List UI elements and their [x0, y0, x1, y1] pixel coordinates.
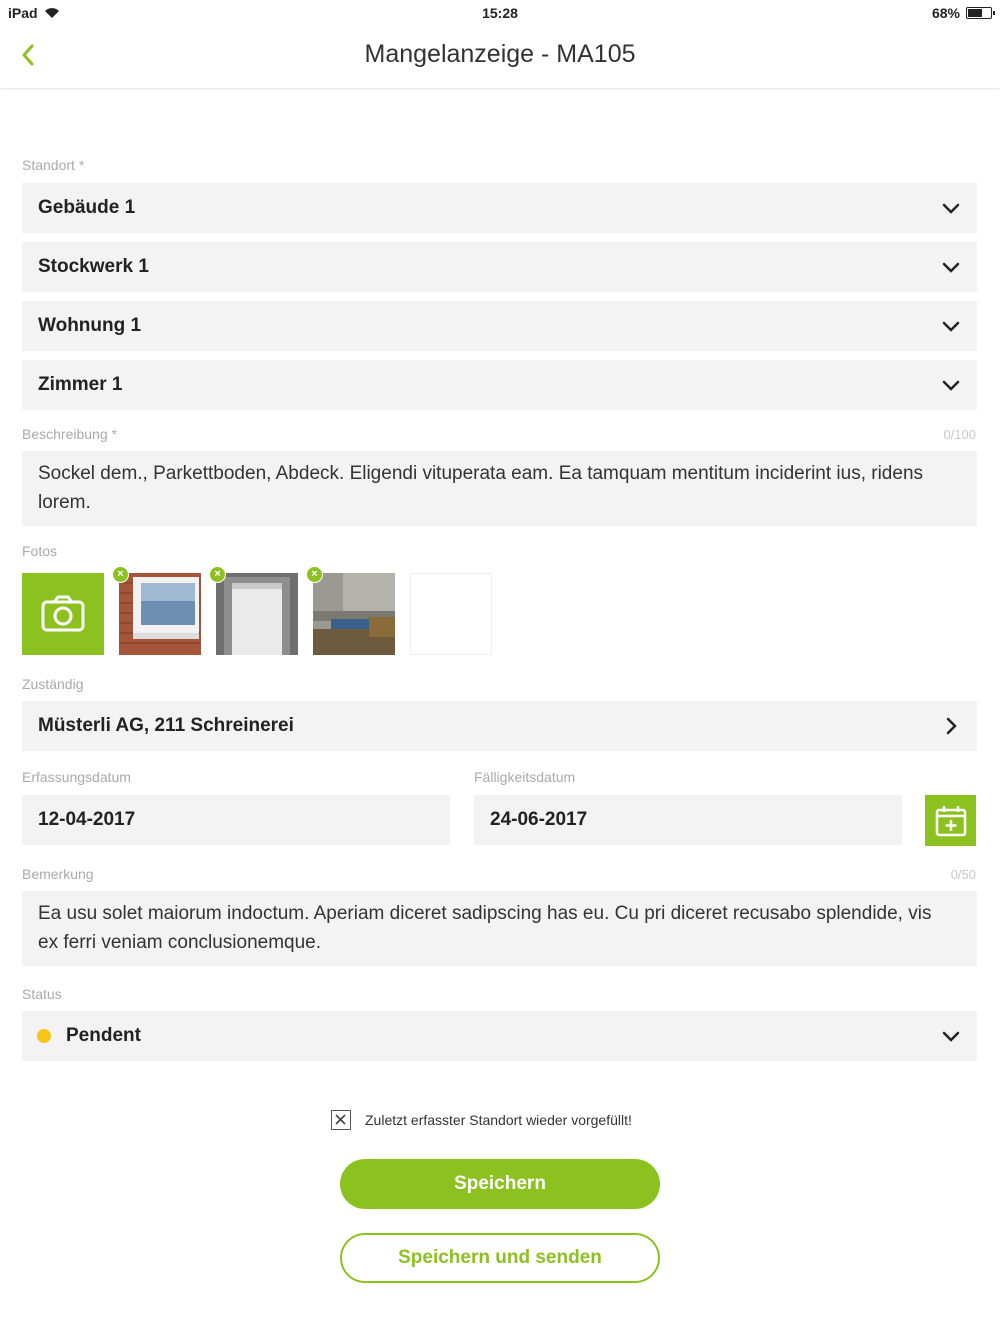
photo-window-image	[119, 573, 201, 655]
add-photo-button[interactable]	[22, 573, 104, 655]
photo-thumbnail[interactable]	[216, 573, 298, 655]
close-icon: ×	[214, 568, 221, 580]
calendar-button[interactable]	[925, 795, 976, 846]
chevron-right-icon	[946, 717, 957, 735]
close-icon: ×	[311, 568, 318, 580]
bemerkung-label: Bemerkung	[22, 866, 94, 882]
zustaendig-select[interactable]: Müsterli AG, 211 Schreinerei	[22, 701, 977, 751]
calendar-add-icon	[935, 805, 966, 836]
select-stockwerk-value: Stockwerk 1	[38, 256, 149, 277]
fotos-label: Fotos	[22, 543, 58, 559]
status-bar: iPad 15:28 68%	[0, 0, 1000, 26]
status-time: 15:28	[482, 5, 518, 21]
photo-construction-image	[313, 573, 395, 655]
close-icon: ×	[117, 568, 124, 580]
zustaendig-label: Zuständig	[22, 676, 84, 692]
select-zimmer[interactable]: Zimmer 1	[22, 360, 977, 410]
prefill-checkbox[interactable]	[331, 1110, 351, 1130]
status-dot	[37, 1029, 51, 1043]
erfassungsdatum-label: Erfassungsdatum	[22, 769, 131, 785]
select-gebaeude-value: Gebäude 1	[38, 197, 136, 218]
chevron-down-icon	[942, 203, 960, 214]
photo-placeholder[interactable]	[410, 573, 492, 655]
erfassungsdatum-value: 12-04-2017	[38, 809, 136, 830]
camera-icon	[41, 595, 85, 632]
select-wohnung[interactable]: Wohnung 1	[22, 301, 977, 351]
beschreibung-counter: 0/100	[943, 427, 976, 442]
checkbox-x-icon	[335, 1114, 346, 1125]
status-bar-right: 68%	[931, 5, 995, 21]
faelligkeitsdatum-label: Fälligkeitsdatum	[474, 769, 576, 785]
battery-percent: 68%	[931, 5, 960, 21]
status-select[interactable]: Pendent	[22, 1011, 977, 1061]
zustaendig-value: Müsterli AG, 211 Schreinerei	[38, 715, 294, 736]
beschreibung-textarea[interactable]: Sockel dem., Parkettboden, Abdeck. Elige…	[22, 451, 977, 526]
chevron-down-icon	[942, 1031, 960, 1042]
chevron-down-icon	[942, 380, 960, 391]
bemerkung-counter: 0/50	[950, 867, 976, 882]
photo-thumbnail[interactable]	[313, 573, 395, 655]
faelligkeitsdatum-value: 24-06-2017	[490, 809, 588, 830]
select-wohnung-value: Wohnung 1	[38, 315, 142, 336]
bemerkung-textarea[interactable]: Ea usu solet maiorum indoctum. Aperiam d…	[22, 891, 977, 966]
chevron-down-icon	[942, 321, 960, 332]
battery-icon	[966, 7, 995, 19]
save-and-send-button[interactable]: Speichern und senden	[340, 1233, 660, 1283]
status-value: Pendent	[66, 1025, 141, 1046]
status-label: Status	[22, 986, 62, 1002]
remove-photo-button[interactable]: ×	[306, 566, 323, 583]
photo-thumbnail[interactable]	[119, 573, 201, 655]
remove-photo-button[interactable]: ×	[209, 566, 226, 583]
photo-doorway-image	[216, 573, 298, 655]
erfassungsdatum-field[interactable]: 12-04-2017	[22, 795, 450, 845]
faelligkeitsdatum-field[interactable]: 24-06-2017	[474, 795, 902, 845]
select-zimmer-value: Zimmer 1	[38, 374, 123, 395]
save-button[interactable]: Speichern	[340, 1159, 660, 1209]
bemerkung-value: Ea usu solet maiorum indoctum. Aperiam d…	[38, 903, 932, 953]
beschreibung-label: Beschreibung *	[22, 426, 117, 442]
chevron-down-icon	[942, 262, 960, 273]
page-title: Mangelanzeige - MA105	[364, 40, 636, 68]
standort-label: Standort *	[22, 157, 85, 173]
select-stockwerk[interactable]: Stockwerk 1	[22, 242, 977, 292]
beschreibung-value: Sockel dem., Parkettboden, Abdeck. Elige…	[38, 463, 924, 513]
remove-photo-button[interactable]: ×	[112, 566, 129, 583]
select-gebaeude[interactable]: Gebäude 1	[22, 183, 977, 233]
nav-bar: Mangelanzeige - MA105	[0, 26, 1000, 89]
prefill-checkbox-label: Zuletzt erfasster Standort wieder vorgef…	[365, 1112, 632, 1128]
